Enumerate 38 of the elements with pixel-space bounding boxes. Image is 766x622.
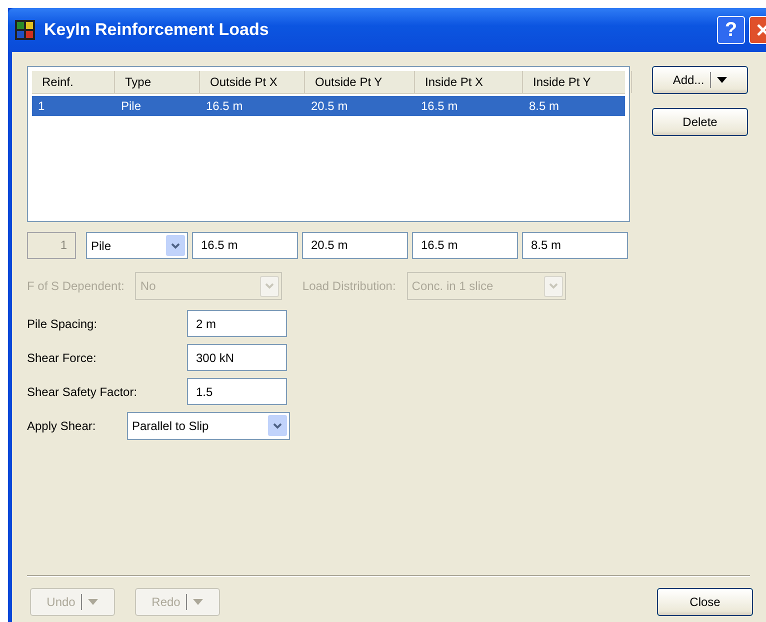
column-header[interactable]: Type <box>115 71 200 93</box>
table-cell-text: 16.5 m <box>205 98 244 115</box>
table-cell-text: 20.5 m <box>310 98 349 115</box>
column-header[interactable]: Reinf. <box>32 71 115 93</box>
close-button[interactable]: Close <box>657 588 753 616</box>
property-field[interactable]: 300 kN <box>187 344 287 371</box>
caret-icon <box>717 77 728 83</box>
property-field[interactable]: 2 m <box>187 310 287 337</box>
app-icon <box>14 19 36 41</box>
coordinate-field[interactable]: 16.5 m <box>412 232 518 259</box>
property-label: Pile Spacing: <box>27 316 98 330</box>
table-cell-text: Pile <box>120 98 142 115</box>
coordinate-field[interactable]: 16.5 m <box>192 232 298 259</box>
column-header[interactable]: Inside Pt Y <box>523 71 632 93</box>
delete-button[interactable]: Delete <box>652 108 748 136</box>
property-label: Shear Safety Factor: <box>27 384 138 398</box>
property-label: Apply Shear: <box>27 418 97 432</box>
property-field[interactable]: 1.5 <box>187 378 287 405</box>
apply-shear-dropdown[interactable]: Parallel to Slip <box>127 412 290 440</box>
table-cell-text: 16.5 m <box>420 98 459 115</box>
column-header[interactable]: Outside Pt Y <box>305 71 415 93</box>
property-label: Shear Force: <box>27 350 98 364</box>
window-title: KeyIn Reinforcement Loads <box>44 20 270 40</box>
table-cell-text: 8.5 m <box>528 98 560 115</box>
table-row[interactable]: 1 Pile 16.5 m 20.5 m 16.5 m 8.5 m <box>32 96 625 116</box>
type-dropdown[interactable]: Pile <box>86 232 188 259</box>
column-header[interactable]: Outside Pt X <box>200 71 305 93</box>
add-button[interactable]: Add... <box>652 66 748 94</box>
option-label: F of S Dependent: <box>27 279 124 293</box>
caret-icon <box>88 599 98 605</box>
table-cell-text: 1 <box>37 98 46 115</box>
caret-icon <box>193 599 204 605</box>
coordinate-field[interactable]: 8.5 m <box>522 232 628 259</box>
coordinate-field[interactable]: 20.5 m <box>302 232 408 259</box>
option-label: Load Distribution: <box>302 279 396 293</box>
column-header[interactable]: Inside Pt X <box>415 71 523 93</box>
index-field: 1 <box>27 232 76 259</box>
help-button[interactable]: ? <box>717 16 745 44</box>
